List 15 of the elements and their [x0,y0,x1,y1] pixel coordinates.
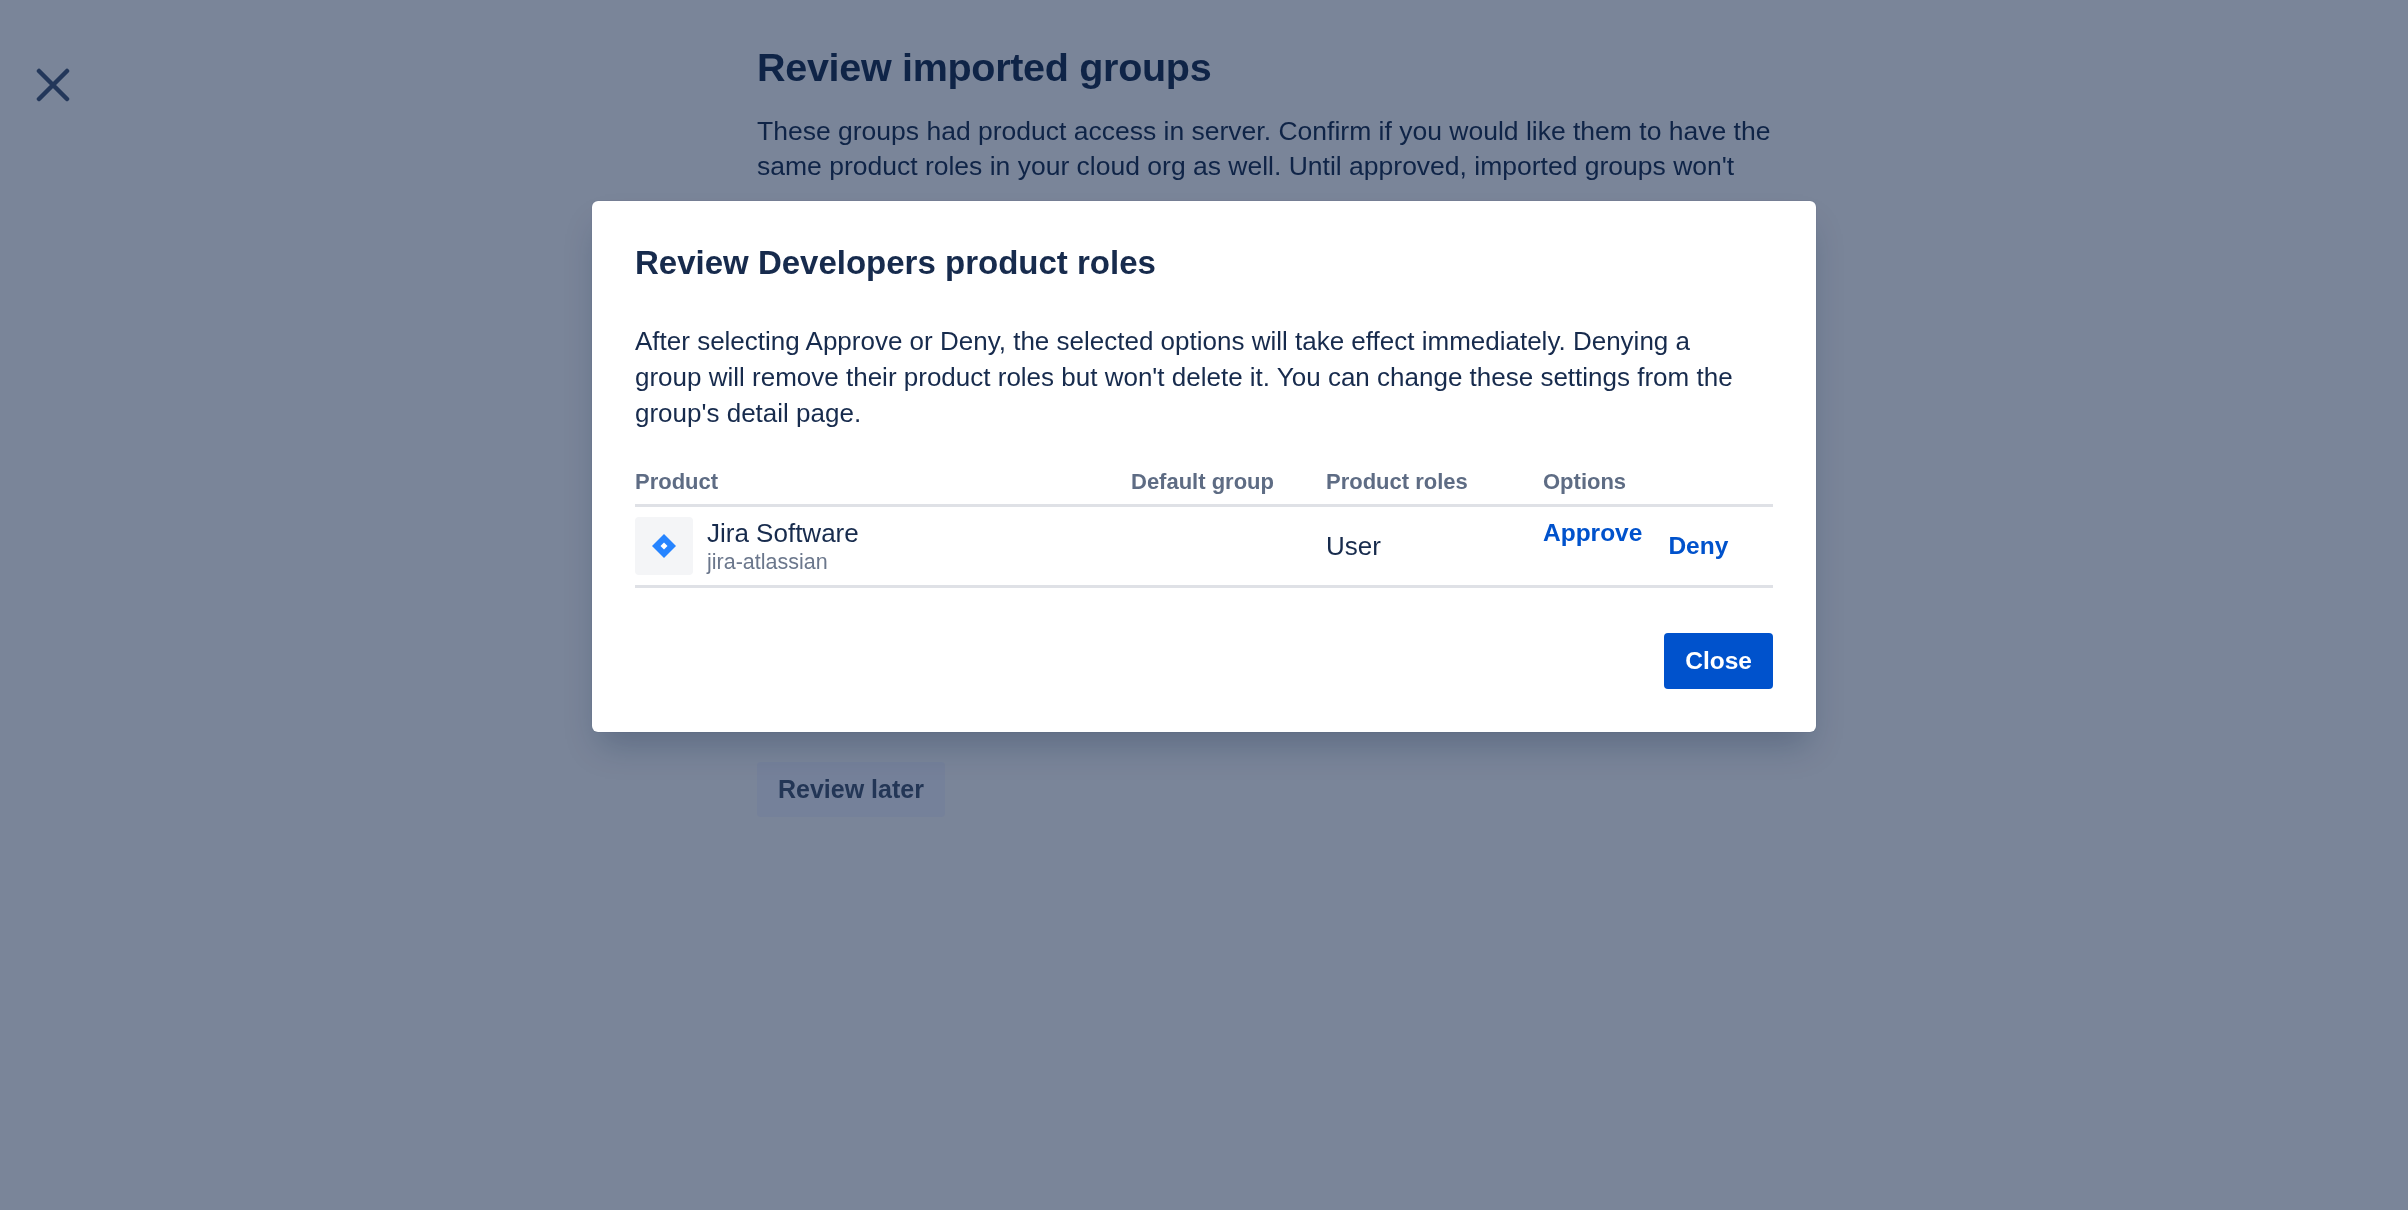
product-role: User [1326,532,1381,560]
action-link[interactable]: Approve [1543,519,1643,547]
close-button[interactable]: Close [1664,633,1773,689]
column-header: Product roles [1326,470,1468,494]
page-description: These groups had product access in server. Confirm if you would like them to have the same product roles in your cloud org as well. Until approved, imported groups won't [757,115,1772,183]
close-icon[interactable] [36,68,70,102]
product-key: jira-atlassian [707,547,828,577]
dialog-description: After selecting Approve or Deny, the selected options will take effect immediately. Denying a group will remove their product roles but won't delete it. You can change these settings from the group's detail page. [635,325,1734,430]
dialog-title: Review Developers product roles [635,243,1157,283]
column-header: Default group [1131,470,1274,494]
action-link[interactable]: Deny [1668,532,1729,560]
column-header: Product [635,470,719,494]
column-header: Options [1543,470,1627,494]
page-title: Review imported groups [757,44,1213,90]
product-name: Jira Software [707,519,859,547]
